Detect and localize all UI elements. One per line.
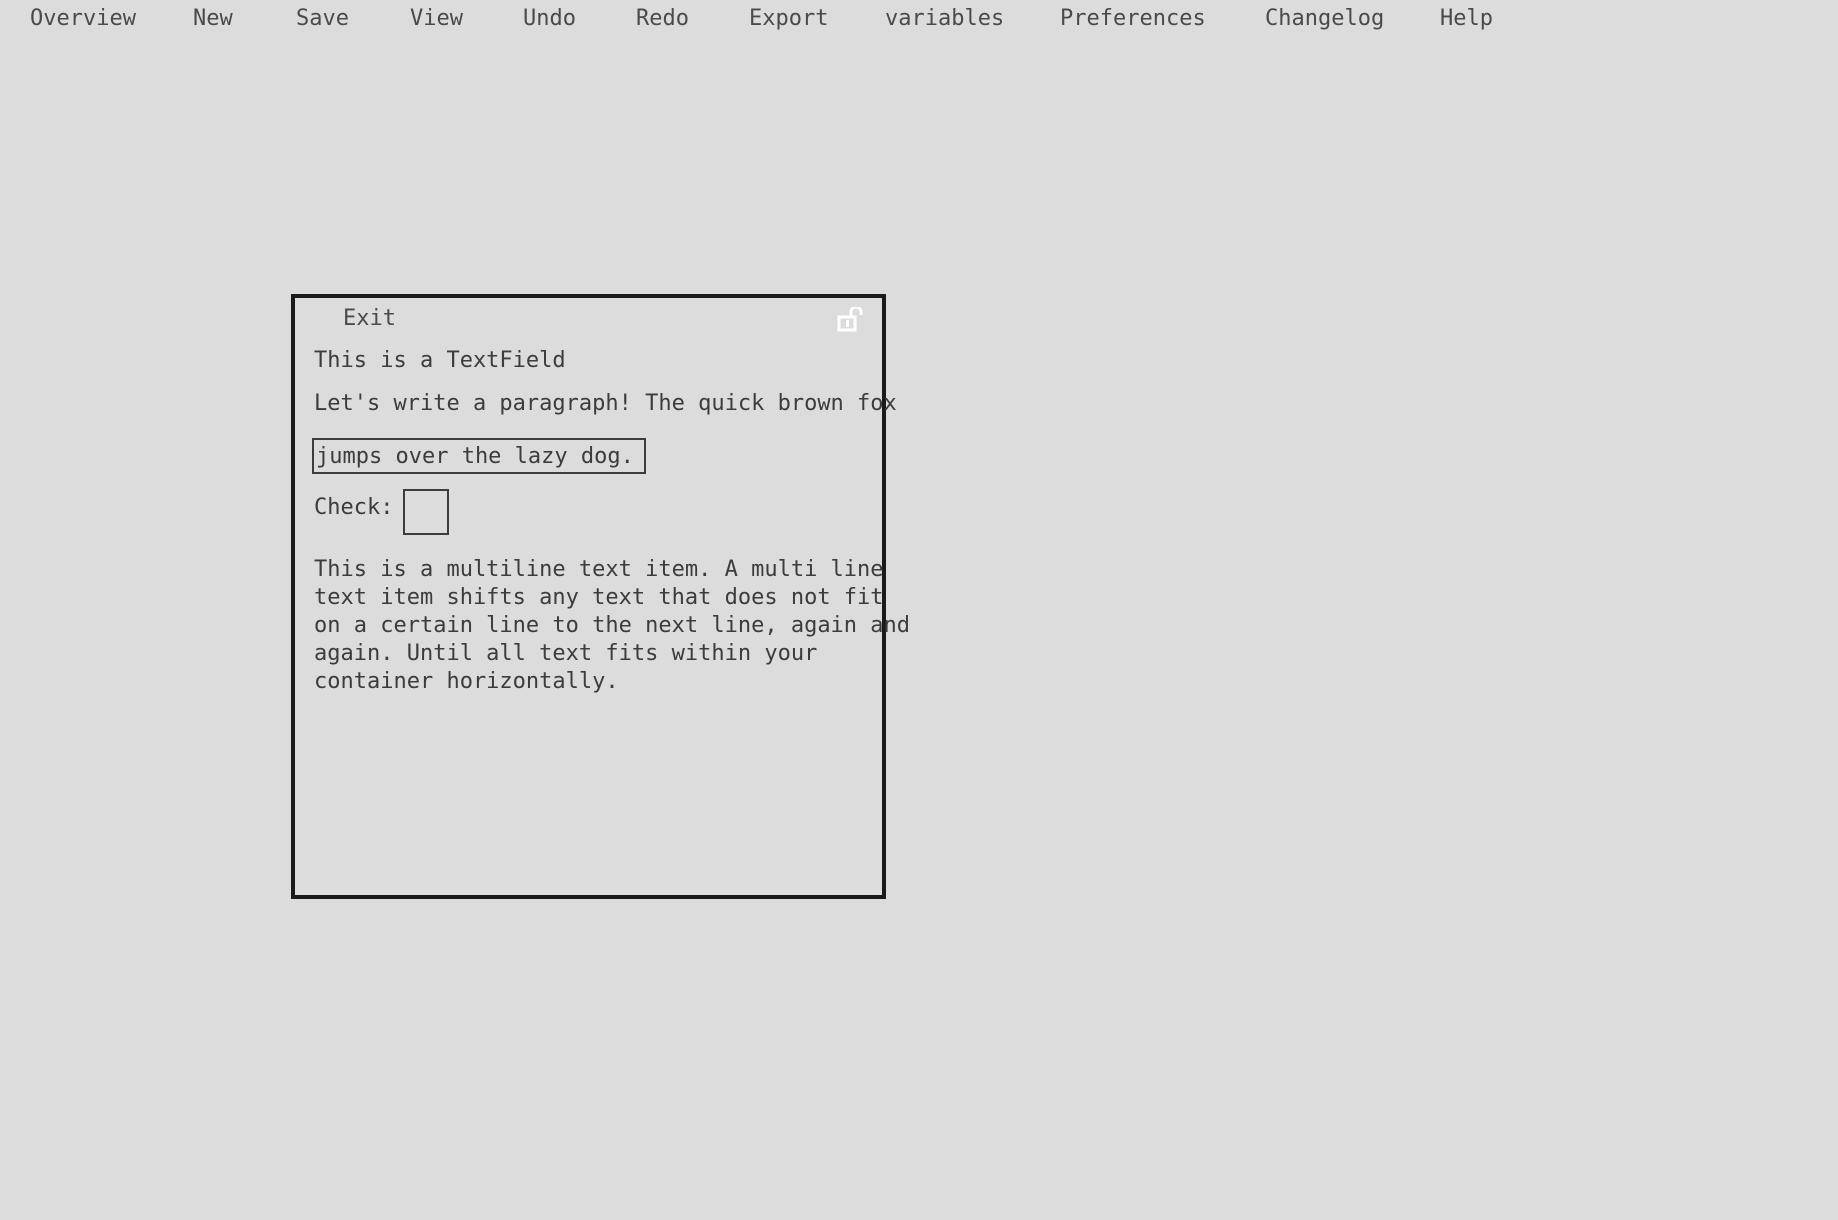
menu-item-overview[interactable]: Overview [30,6,136,32]
menu-item-help[interactable]: Help [1440,6,1493,32]
menu-item-variables[interactable]: variables [885,6,1004,32]
dialog-title-bar: Exit [295,298,882,342]
multiline-text-item: This is a multiline text item. A multi l… [314,557,911,694]
menu-item-view[interactable]: View [410,6,463,32]
menu-item-new[interactable]: New [193,6,233,32]
menu-item-preferences[interactable]: Preferences [1060,6,1206,32]
unlock-icon[interactable] [837,305,867,333]
paragraph-text: Let's write a paragraph! The quick brown… [314,391,897,416]
menu-bar: Overview New Save View Undo Redo Export … [0,0,1838,46]
menu-item-redo[interactable]: Redo [636,6,689,32]
text-input-field[interactable]: jumps over the lazy dog. [312,438,646,474]
dialog-title: Exit [343,306,396,331]
textfield-caption: This is a TextField [314,348,566,373]
checkbox-label: Check: [314,495,394,520]
exit-dialog-window[interactable]: Exit This is a TextField Let's write a p… [291,294,910,899]
check-checkbox[interactable] [403,489,449,535]
menu-item-save[interactable]: Save [296,6,349,32]
menu-item-export[interactable]: Export [749,6,828,32]
text-input-value: jumps over the lazy dog. [316,444,634,469]
menu-item-undo[interactable]: Undo [523,6,576,32]
menu-item-changelog[interactable]: Changelog [1265,6,1384,32]
